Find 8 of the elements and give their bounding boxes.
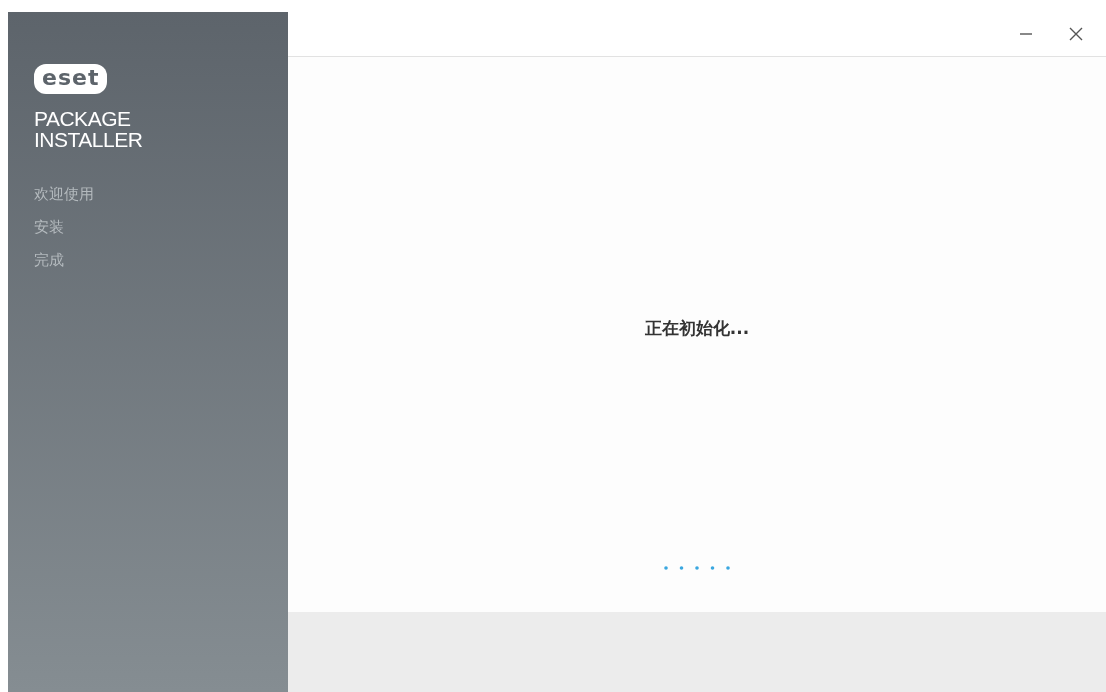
status-text: 正在初始化... [644,317,750,340]
loading-dots-icon [664,566,730,570]
brand-logo: eset [34,64,108,94]
product-name: PACKAGE INSTALLER [34,108,144,150]
close-icon[interactable] [1068,26,1084,42]
step-label: 完成 [34,250,65,271]
step-label: 欢迎使用 [34,184,95,205]
step-label: 安装 [34,217,65,238]
